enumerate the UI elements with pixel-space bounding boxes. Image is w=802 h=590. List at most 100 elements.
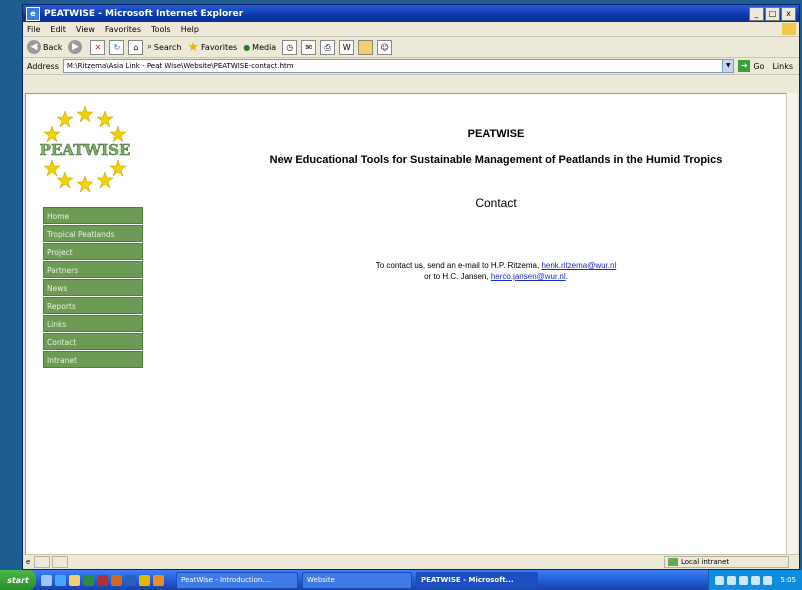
close-button[interactable]: x	[781, 6, 796, 21]
address-bar: Address M:\Ritzema\Asia Link - Peat Wise…	[23, 58, 799, 75]
windows-flag-icon	[782, 23, 796, 35]
nav-item-partners[interactable]: Partners	[43, 261, 143, 278]
favorites-button[interactable]: ★ Favorites	[187, 40, 237, 55]
back-arrow-icon: ◀	[27, 40, 41, 54]
status-pane	[52, 556, 69, 568]
ie-icon: e	[26, 6, 40, 21]
status-pane	[34, 556, 51, 568]
edit-icon[interactable]: W	[339, 39, 355, 55]
start-button[interactable]: start	[0, 570, 36, 590]
menu-favorites[interactable]: Favorites	[105, 25, 141, 34]
home-icon[interactable]: ⌂	[128, 39, 144, 55]
window-title: PEATWISE - Microsoft Internet Explorer	[44, 8, 244, 19]
powerpoint-icon[interactable]	[111, 574, 122, 586]
menu-bar: File Edit View Favorites Tools Help	[23, 22, 799, 37]
address-url: M:\Ritzema\Asia Link - Peat Wise\Website…	[66, 62, 294, 70]
menu-edit[interactable]: Edit	[50, 25, 66, 34]
ie-quicklaunch-icon[interactable]	[55, 574, 66, 586]
maximize-button[interactable]: □	[765, 6, 780, 21]
address-label: Address	[27, 61, 59, 71]
nav-item-contact[interactable]: Contact	[43, 333, 143, 350]
nav-item-reports[interactable]: Reports	[43, 297, 143, 314]
tray-icon[interactable]	[715, 575, 725, 585]
system-tray: 5:05	[708, 570, 802, 590]
folder-quicklaunch-icon[interactable]	[69, 574, 80, 586]
refresh-icon[interactable]: ↻	[109, 39, 125, 55]
nav-item-home[interactable]: Home	[43, 207, 143, 224]
menu-file[interactable]: File	[27, 25, 40, 34]
mail-icon[interactable]: ✉	[301, 39, 317, 55]
address-dropdown-icon[interactable]: ▼	[722, 60, 734, 72]
page-content: PEATWISE Home Tropical Peatlands Project…	[25, 93, 793, 558]
status-bar: e Local intranet	[23, 554, 799, 569]
tray-icon[interactable]	[751, 575, 761, 585]
intranet-icon	[668, 558, 678, 566]
task-label: PEATWISE - Microsoft...	[421, 576, 514, 584]
nav-item-project[interactable]: Project	[43, 243, 143, 260]
title-bar: e PEATWISE - Microsoft Internet Explorer…	[23, 5, 799, 22]
nav-item-links[interactable]: Links	[43, 315, 143, 332]
toolbar: ◀ Back ▶ ✕ ↻ ⌂ ⌕ Search ★ Favorites ● Me…	[23, 37, 799, 58]
contact-line2-text: or to H.C. Jansen,	[424, 272, 489, 281]
media-button[interactable]: ● Media	[243, 43, 276, 52]
task-label: Website	[307, 576, 335, 584]
tray-icon[interactable]	[727, 575, 737, 585]
zone-label: Local intranet	[681, 558, 730, 566]
media-player-icon[interactable]	[153, 574, 164, 586]
search-icon: ⌕	[147, 42, 152, 51]
minimize-button[interactable]: _	[749, 6, 764, 21]
taskbar: start PeatWise - Introduction.... Websit…	[0, 570, 802, 590]
tagline: New Educational Tools for Sustainable Ma…	[269, 154, 723, 166]
media-label: Media	[252, 42, 277, 52]
task-button-website[interactable]: Website	[302, 571, 412, 589]
print-icon[interactable]: ⎙	[320, 39, 336, 55]
task-label: PeatWise - Introduction....	[181, 576, 272, 584]
history-icon[interactable]: ◷	[282, 39, 298, 55]
media-icon: ●	[243, 42, 251, 52]
forward-button[interactable]: ▶	[68, 40, 84, 54]
favorites-label: Favorites	[201, 42, 238, 52]
links-button[interactable]: Links	[772, 62, 793, 71]
tray-icon[interactable]	[739, 575, 749, 585]
access-icon[interactable]	[97, 574, 108, 586]
star-icon: ★	[187, 39, 200, 55]
forward-arrow-icon: ▶	[68, 40, 83, 54]
folder-icon[interactable]	[358, 39, 374, 55]
desktop-icon[interactable]	[41, 574, 52, 586]
outlook-icon[interactable]	[139, 574, 150, 586]
go-arrow-icon: ➜	[738, 60, 751, 72]
tray-icon[interactable]	[763, 575, 773, 585]
peatwise-logo: PEATWISE	[40, 105, 130, 192]
nav-item-tropical-peatlands[interactable]: Tropical Peatlands	[43, 225, 143, 242]
task-button-ie-window[interactable]: PEATWISE - Microsoft...	[416, 571, 538, 589]
task-button-peatwise-intro[interactable]: PeatWise - Introduction....	[176, 571, 298, 589]
stop-icon[interactable]: ✕	[90, 39, 106, 55]
excel-icon[interactable]	[83, 574, 94, 586]
email-link-jansen[interactable]: herco.jansen@wur.nl	[491, 272, 566, 281]
main-content: PEATWISE New Educational Tools for Susta…	[236, 128, 756, 282]
contact-line1-text: To contact us, send an e-mail to H.P. Ri…	[375, 261, 540, 270]
browser-window: e PEATWISE - Microsoft Internet Explorer…	[22, 4, 800, 570]
back-button[interactable]: ◀ Back	[27, 40, 62, 54]
contact-line2-suffix: .	[565, 272, 568, 281]
nav-item-intranet[interactable]: Intranet	[43, 351, 143, 368]
vertical-scrollbar[interactable]	[786, 93, 797, 556]
word-icon[interactable]	[125, 574, 136, 586]
site-title: PEATWISE	[467, 128, 525, 140]
clock: 5:05	[780, 576, 796, 584]
messenger-icon[interactable]: ☺	[377, 39, 393, 55]
nav-item-news[interactable]: News	[43, 279, 143, 296]
logo-text: PEATWISE	[40, 141, 130, 159]
security-zone: Local intranet	[664, 556, 789, 568]
page-status-icon: e	[26, 558, 31, 566]
go-button[interactable]: ➜ Go	[738, 60, 764, 72]
address-input[interactable]: M:\Ritzema\Asia Link - Peat Wise\Website…	[62, 59, 735, 73]
back-label: Back	[43, 42, 63, 52]
search-button[interactable]: ⌕ Search	[147, 42, 181, 52]
menu-tools[interactable]: Tools	[151, 25, 171, 34]
menu-view[interactable]: View	[76, 25, 95, 34]
search-label: Search	[153, 42, 182, 52]
email-link-ritzema[interactable]: henk.ritzema@wur.nl	[541, 261, 616, 270]
page-heading: Contact	[475, 196, 517, 210]
menu-help[interactable]: Help	[181, 25, 199, 34]
